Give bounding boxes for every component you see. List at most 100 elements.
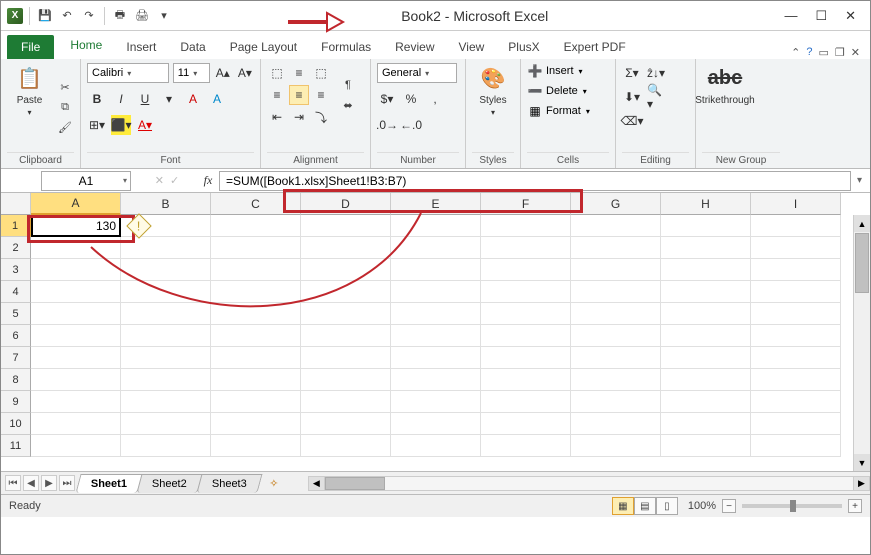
formula-input[interactable]: =SUM([Book1.xlsx]Sheet1!B3:B7) (219, 171, 851, 191)
horizontal-scrollbar[interactable]: ◀ ▶ (308, 476, 870, 491)
minimize-ribbon-icon[interactable]: ⌃ (791, 46, 800, 59)
cell-B8[interactable] (121, 369, 211, 391)
zoom-level[interactable]: 100% (688, 500, 716, 512)
cell-A8[interactable] (31, 369, 121, 391)
cell-F3[interactable] (481, 259, 571, 281)
align-left-icon[interactable]: ≡ (267, 85, 287, 105)
cell-A11[interactable] (31, 435, 121, 457)
cell-A3[interactable] (31, 259, 121, 281)
cell-B1[interactable] (121, 215, 211, 237)
cell-E4[interactable] (391, 281, 481, 303)
row-header-5[interactable]: 5 (1, 303, 31, 325)
decrease-decimal-icon[interactable]: ←.0 (401, 115, 421, 135)
normal-view-icon[interactable]: ▦ (612, 497, 634, 515)
cell-C11[interactable] (211, 435, 301, 457)
row-header-9[interactable]: 9 (1, 391, 31, 413)
row-header-3[interactable]: 3 (1, 259, 31, 281)
cell-F7[interactable] (481, 347, 571, 369)
cell-D9[interactable] (301, 391, 391, 413)
paste-button[interactable]: 📋 Paste ▾ (7, 63, 52, 152)
number-format-combo[interactable]: General▾ (377, 63, 457, 83)
prev-sheet-icon[interactable]: ◀ (23, 475, 39, 491)
align-center-icon[interactable]: ≡ (289, 85, 309, 105)
cell-A5[interactable] (31, 303, 121, 325)
cut-icon[interactable]: ✂ (56, 81, 74, 95)
cell-I5[interactable] (751, 303, 841, 325)
percent-format-icon[interactable]: % (401, 89, 421, 109)
find-select-icon[interactable]: 🔍▾ (646, 87, 666, 107)
tab-plusx[interactable]: PlusX (496, 35, 551, 59)
autosum-icon[interactable]: Σ▾ (622, 63, 642, 83)
cell-E8[interactable] (391, 369, 481, 391)
cell-D10[interactable] (301, 413, 391, 435)
ribbon-display-icon[interactable]: ▭ (819, 46, 829, 59)
tab-expert-pdf[interactable]: Expert PDF (552, 35, 638, 59)
cell-H10[interactable] (661, 413, 751, 435)
cell-I4[interactable] (751, 281, 841, 303)
tab-formulas[interactable]: Formulas (309, 35, 383, 59)
cell-G8[interactable] (571, 369, 661, 391)
cell-H8[interactable] (661, 369, 751, 391)
decrease-indent-icon[interactable]: ⇤ (267, 107, 287, 127)
vertical-scrollbar[interactable]: ▲ ▼ (853, 215, 870, 471)
cell-I9[interactable] (751, 391, 841, 413)
row-header-6[interactable]: 6 (1, 325, 31, 347)
bold-button[interactable]: B (87, 89, 107, 109)
last-sheet-icon[interactable]: ⏭ (59, 475, 75, 491)
cell-I11[interactable] (751, 435, 841, 457)
cell-E2[interactable] (391, 237, 481, 259)
tab-view[interactable]: View (447, 35, 497, 59)
column-header-I[interactable]: I (751, 193, 841, 215)
row-header-7[interactable]: 7 (1, 347, 31, 369)
cell-I10[interactable] (751, 413, 841, 435)
name-box[interactable]: A1▾ (41, 171, 131, 191)
cell-H5[interactable] (661, 303, 751, 325)
shrink-font-icon[interactable]: A▾ (236, 63, 254, 83)
font-increase-icon[interactable]: A (183, 89, 203, 109)
cell-G5[interactable] (571, 303, 661, 325)
column-header-D[interactable]: D (301, 193, 391, 215)
cell-I6[interactable] (751, 325, 841, 347)
cell-B4[interactable] (121, 281, 211, 303)
tab-file[interactable]: File (7, 35, 54, 59)
scroll-right-icon[interactable]: ▶ (853, 476, 870, 491)
cell-E9[interactable] (391, 391, 481, 413)
cell-H3[interactable] (661, 259, 751, 281)
cell-C1[interactable] (211, 215, 301, 237)
first-sheet-icon[interactable]: ⏮ (5, 475, 21, 491)
cell-C5[interactable] (211, 303, 301, 325)
redo-icon[interactable]: ↷ (80, 7, 98, 25)
cell-G4[interactable] (571, 281, 661, 303)
row-header-2[interactable]: 2 (1, 237, 31, 259)
cell-A1[interactable]: 130 (31, 215, 121, 237)
tab-data[interactable]: Data (168, 35, 217, 59)
cell-H4[interactable] (661, 281, 751, 303)
cell-D8[interactable] (301, 369, 391, 391)
sort-filter-icon[interactable]: ẑ↓▾ (646, 63, 666, 83)
grow-font-icon[interactable]: A▴ (214, 63, 232, 83)
cell-F9[interactable] (481, 391, 571, 413)
select-all-corner[interactable] (1, 193, 31, 215)
cell-A6[interactable] (31, 325, 121, 347)
maximize-button[interactable]: ☐ (815, 8, 827, 24)
cell-F5[interactable] (481, 303, 571, 325)
align-right-icon[interactable]: ≡ (311, 85, 331, 105)
cell-B6[interactable] (121, 325, 211, 347)
cell-B11[interactable] (121, 435, 211, 457)
cell-D1[interactable] (301, 215, 391, 237)
cell-B2[interactable] (121, 237, 211, 259)
page-layout-view-icon[interactable]: ▤ (634, 497, 656, 515)
vscroll-thumb[interactable] (855, 233, 869, 293)
cell-A10[interactable] (31, 413, 121, 435)
cell-C7[interactable] (211, 347, 301, 369)
cell-F1[interactable] (481, 215, 571, 237)
delete-cells-button[interactable]: ➖Delete▾ (527, 83, 590, 99)
cell-F11[interactable] (481, 435, 571, 457)
scroll-left-icon[interactable]: ◀ (308, 476, 325, 491)
zoom-in-icon[interactable]: + (848, 499, 862, 513)
cell-D5[interactable] (301, 303, 391, 325)
save-icon[interactable]: 💾 (36, 7, 54, 25)
cell-E3[interactable] (391, 259, 481, 281)
column-header-B[interactable]: B (121, 193, 211, 215)
row-header-1[interactable]: 1 (1, 215, 31, 237)
